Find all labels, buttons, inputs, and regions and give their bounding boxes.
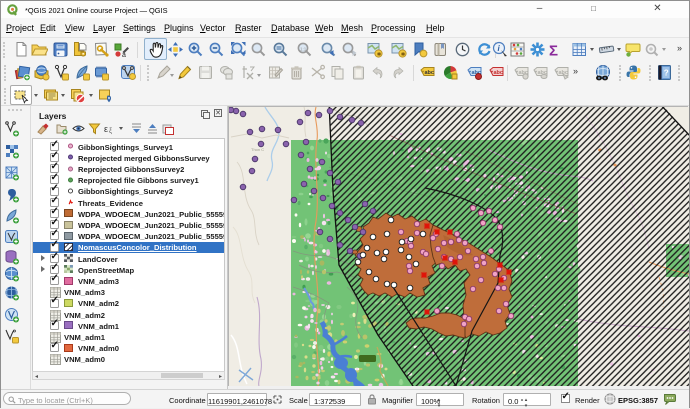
svg-text:✱: ✱ xyxy=(377,51,382,58)
svg-text:abc: abc xyxy=(494,70,503,76)
svg-text:Σ: Σ xyxy=(549,43,558,59)
svg-text:ε: ε xyxy=(104,124,108,134)
svg-text:abc: abc xyxy=(425,70,434,76)
svg-text:?: ? xyxy=(664,69,669,78)
svg-text:1:1: 1:1 xyxy=(300,46,307,51)
svg-text:a: a xyxy=(122,52,126,58)
svg-text:Thon C: Thon C xyxy=(251,147,264,152)
svg-text:ξ: ξ xyxy=(109,128,112,135)
svg-text:✱: ✱ xyxy=(401,51,406,58)
